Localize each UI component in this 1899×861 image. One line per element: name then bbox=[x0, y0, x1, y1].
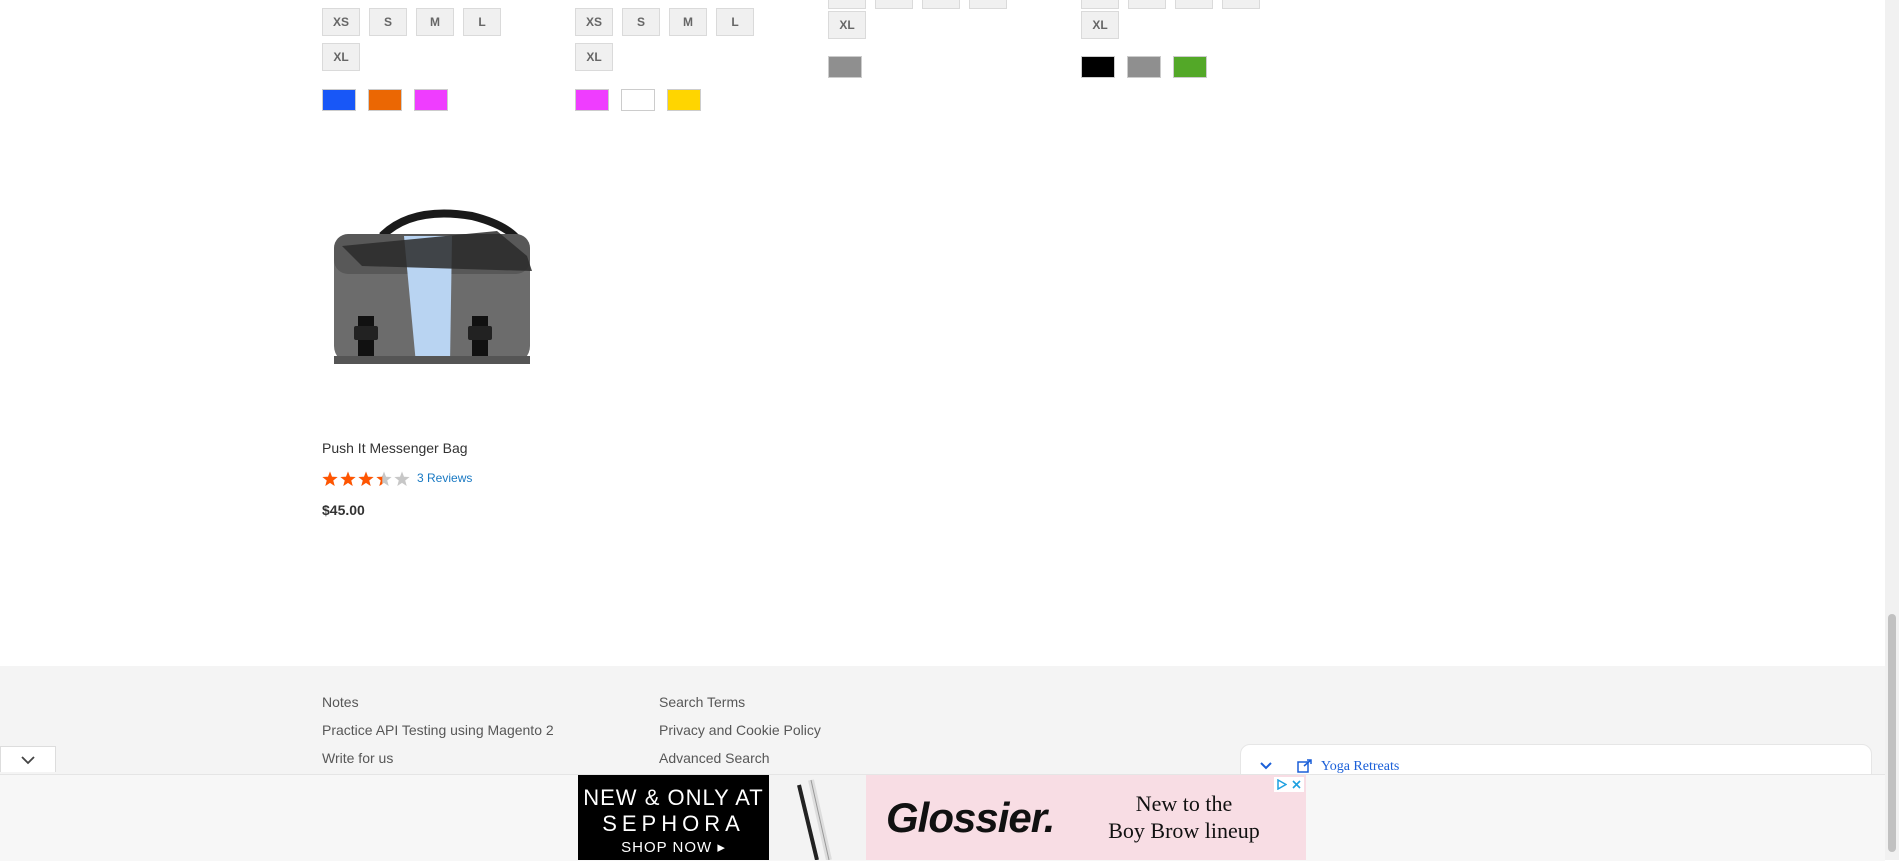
star-icon bbox=[340, 471, 356, 486]
adchoices-icon[interactable] bbox=[1274, 777, 1289, 792]
ad-line1: NEW & ONLY AT bbox=[583, 785, 764, 810]
ad-sephora-panel: NEW & ONLY AT SEPHORA SHOP NOW ▸ bbox=[578, 775, 769, 860]
footer-link-api-testing[interactable]: Practice API Testing using Magento 2 bbox=[322, 722, 554, 738]
ad-cta[interactable]: SHOP NOW ▸ bbox=[578, 838, 769, 856]
footer-link-advanced-search[interactable]: Advanced Search bbox=[659, 750, 770, 766]
product-image[interactable] bbox=[322, 196, 542, 396]
star-icon bbox=[358, 471, 374, 486]
color-swatch-magenta[interactable] bbox=[414, 89, 448, 111]
product-name[interactable]: Push It Messenger Bag bbox=[322, 440, 468, 456]
color-swatch-yellow[interactable] bbox=[667, 89, 701, 111]
size-swatch-s[interactable]: S bbox=[369, 8, 407, 36]
size-swatch-m[interactable]: M bbox=[416, 8, 454, 36]
color-swatch-white[interactable] bbox=[621, 89, 655, 111]
reviews-link[interactable]: 3 Reviews bbox=[417, 471, 472, 485]
rating-stars bbox=[322, 471, 412, 487]
size-swatch-l[interactable]: L bbox=[463, 8, 501, 36]
size-swatch[interactable] bbox=[1175, 0, 1213, 9]
size-swatch-xl[interactable]: XL bbox=[322, 43, 360, 71]
product-price: $45.00 bbox=[322, 502, 365, 518]
ad-tagline2: Boy Brow lineup bbox=[1108, 818, 1260, 843]
ad-banner[interactable]: NEW & ONLY AT SEPHORA SHOP NOW ▸ Glossie… bbox=[578, 775, 1306, 860]
footer-link-search-terms[interactable]: Search Terms bbox=[659, 694, 745, 710]
ad-line2: SEPHORA bbox=[602, 811, 745, 836]
size-swatch[interactable] bbox=[1222, 0, 1260, 9]
size-swatch-xl[interactable]: XL bbox=[575, 43, 613, 71]
size-swatch-l[interactable]: L bbox=[716, 8, 754, 36]
footer-link-privacy-policy[interactable]: Privacy and Cookie Policy bbox=[659, 722, 821, 738]
color-swatch-gray[interactable] bbox=[828, 56, 862, 78]
color-swatch-magenta[interactable] bbox=[575, 89, 609, 111]
star-icon bbox=[394, 471, 410, 486]
color-swatch-green[interactable] bbox=[1173, 56, 1207, 78]
ad-product-image bbox=[769, 775, 866, 860]
page-scrollbar[interactable] bbox=[1885, 0, 1899, 860]
size-swatch[interactable] bbox=[1128, 0, 1166, 9]
chevron-down-icon bbox=[21, 755, 35, 764]
size-swatch-xs[interactable]: XS bbox=[322, 8, 360, 36]
scrollbar-thumb[interactable] bbox=[1888, 614, 1896, 852]
rating-stars-svg bbox=[322, 471, 410, 486]
external-link-icon bbox=[1297, 759, 1312, 773]
size-swatch[interactable] bbox=[828, 0, 866, 9]
ad-controls bbox=[1274, 777, 1304, 792]
size-swatch[interactable] bbox=[1081, 0, 1119, 9]
messenger-bag-image bbox=[334, 209, 532, 364]
footer-link-notes[interactable]: Notes bbox=[322, 694, 359, 710]
size-swatch[interactable] bbox=[922, 0, 960, 9]
size-swatch[interactable] bbox=[875, 0, 913, 9]
ad-brand: Glossier. bbox=[886, 794, 1055, 841]
color-swatch-gray[interactable] bbox=[1127, 56, 1161, 78]
size-swatch[interactable] bbox=[969, 0, 1007, 9]
size-swatch-xs[interactable]: XS bbox=[575, 8, 613, 36]
color-swatch-blue[interactable] bbox=[322, 89, 356, 111]
chevron-down-icon[interactable] bbox=[1259, 761, 1273, 771]
size-swatch-m[interactable]: M bbox=[669, 8, 707, 36]
size-swatch-xl[interactable]: XL bbox=[828, 11, 866, 39]
widget-link-text[interactable]: Yoga Retreats bbox=[1321, 759, 1399, 775]
close-ad-icon[interactable] bbox=[1289, 777, 1304, 792]
color-swatch-orange[interactable] bbox=[368, 89, 402, 111]
star-icon bbox=[322, 471, 338, 486]
ad-tagline1: New to the bbox=[1135, 791, 1233, 816]
size-swatch-xl[interactable]: XL bbox=[1081, 11, 1119, 39]
color-swatch-black[interactable] bbox=[1081, 56, 1115, 78]
size-swatch-s[interactable]: S bbox=[622, 8, 660, 36]
footer-link-write-for-us[interactable]: Write for us bbox=[322, 750, 393, 766]
collapse-ad-tab[interactable] bbox=[0, 746, 56, 772]
